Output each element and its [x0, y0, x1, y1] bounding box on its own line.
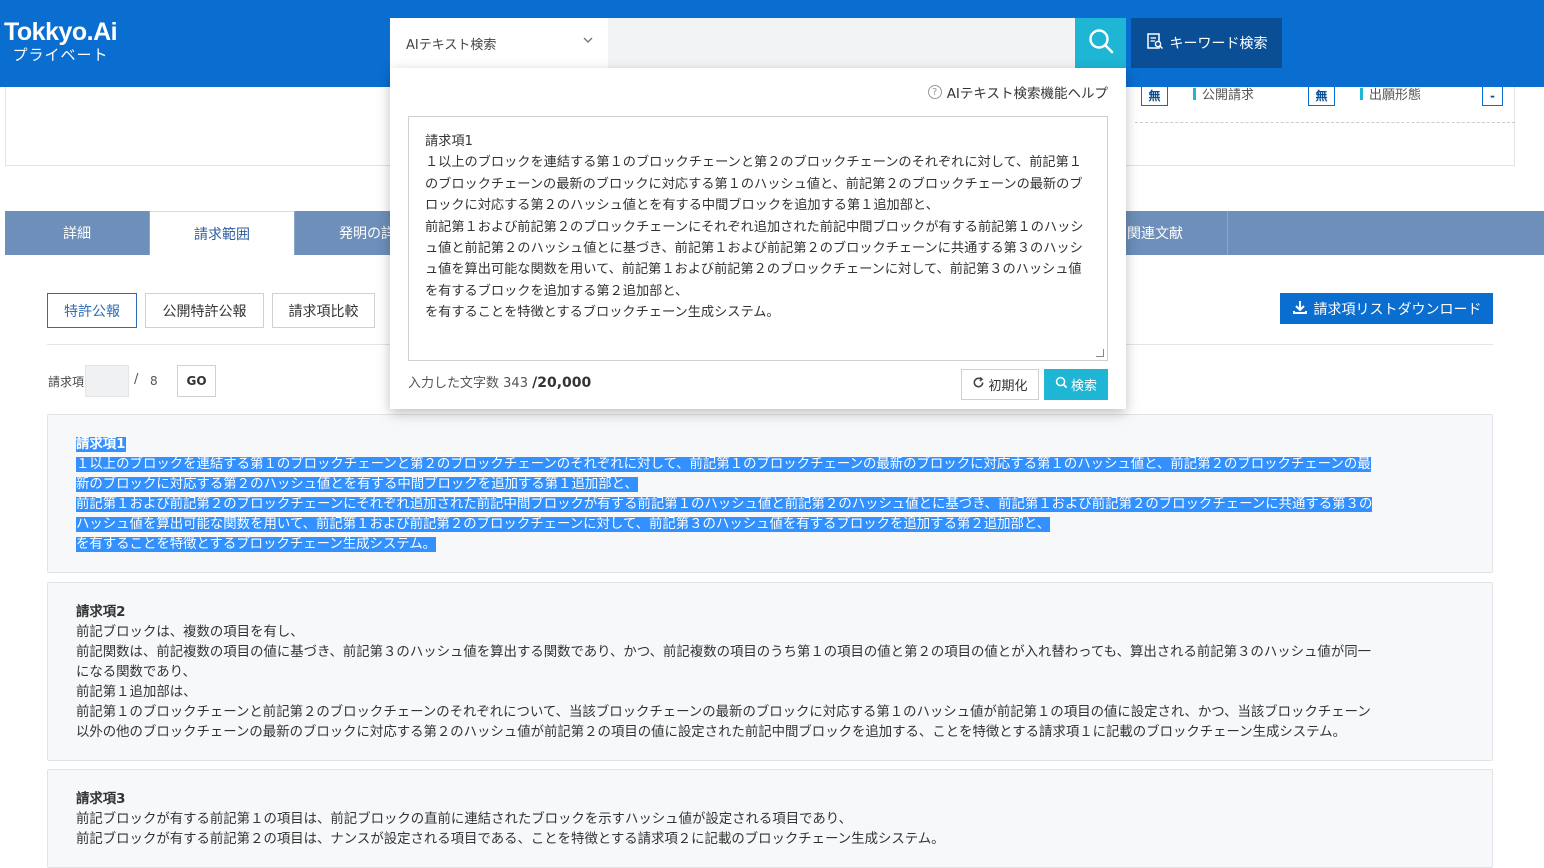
go-button[interactable]: GO — [177, 365, 216, 397]
divider — [1135, 122, 1515, 123]
claim-title: 請求項1 — [76, 437, 126, 452]
accent-bar — [1360, 87, 1363, 100]
flag-badge: 無 — [1141, 84, 1168, 106]
reset-button[interactable]: 初期化 — [961, 369, 1039, 400]
help-label: AIテキスト検索機能ヘルプ — [946, 86, 1108, 102]
logo[interactable]: Tokkyo.Ai プライベート — [4, 18, 118, 64]
char-count-value: 343 — [503, 376, 528, 391]
claim-nav-label: 請求項 — [48, 375, 85, 389]
info-label: 公開請求 — [1202, 88, 1255, 103]
download-label: 請求項リストダウンロード — [1313, 301, 1482, 318]
claim-line: １以上のブロックを連結する第１のブロックチェーンと第２のブロックチェーンのそれぞ… — [76, 457, 1371, 472]
search-mode-select[interactable]: AIテキスト検索 — [390, 18, 608, 68]
info-label: 出願形態 — [1369, 88, 1422, 103]
claim-line: 前記ブロックが有する前記第１の項目は、前記ブロックの直前に連結されたブロックを示… — [76, 812, 852, 827]
patent-gazette-button[interactable]: 特許公報 — [47, 293, 137, 328]
claim-line: 前記ブロックが有する前記第２の項目は、ナンスが設定される項目である、ことを特徴と… — [76, 832, 945, 847]
download-icon — [1292, 299, 1308, 319]
claim-line: 前記ブロックは、複数の項目を有し、 — [76, 625, 304, 640]
info-item-public-request: 公開請求 — [1193, 84, 1254, 103]
claim-line: 以外の他のブロックチェーンの最新のブロックに対応する第２のハッシュ値が前記第２の… — [76, 725, 1346, 740]
claim-box-2[interactable]: 請求項2 前記ブロックは、複数の項目を有し、 前記関数は、前記複数の項目の値に基… — [47, 582, 1493, 761]
claim-box-1[interactable]: 請求項1 １以上のブロックを連結する第１のブロックチェーンと第２のブロックチェー… — [47, 414, 1493, 573]
tab-claims[interactable]: 請求範囲 — [150, 211, 295, 255]
flag-badge: 無 — [1308, 84, 1335, 106]
search-bar: AIテキスト検索 — [390, 18, 1126, 68]
ai-search-dropdown: ? AIテキスト検索機能ヘルプ 請求項1 １以上のブロックを連結する第１のブロッ… — [390, 68, 1126, 409]
claim-title: 請求項2 — [76, 605, 126, 620]
claim-box-3[interactable]: 請求項3 前記ブロックが有する前記第１の項目は、前記ブロックの直前に連結されたブ… — [47, 769, 1493, 868]
tab-details[interactable]: 詳細 — [5, 211, 150, 255]
char-count-label: 入力した文字数 — [408, 376, 500, 391]
search-icon — [1055, 376, 1068, 393]
claim-line: 前記第１追加部は、 — [76, 685, 197, 700]
search-input[interactable] — [608, 18, 1075, 68]
claim-total: 8 — [150, 374, 158, 388]
help-link[interactable]: ? AIテキスト検索機能ヘルプ — [927, 82, 1108, 102]
char-count-max: /20,000 — [532, 375, 592, 391]
refresh-icon — [972, 376, 985, 393]
query-textarea[interactable]: 請求項1 １以上のブロックを連結する第１のブロックチェーンと第２のブロックチェー… — [408, 116, 1108, 361]
search-button[interactable] — [1075, 18, 1126, 68]
char-count: 入力した文字数 343 /20,000 — [408, 372, 591, 391]
keyword-search-label: キーワード検索 — [1169, 36, 1268, 52]
published-gazette-button[interactable]: 公開特許公報 — [145, 293, 264, 328]
submit-search-label: 検索 — [1070, 379, 1097, 394]
claim-nav-slash: / — [134, 372, 139, 387]
claim-line: 前記関数は、前記複数の項目の値に基づき、前記第３のハッシュ値を算出する関数であり… — [76, 645, 1371, 660]
accent-bar — [1193, 87, 1196, 100]
question-icon: ? — [927, 85, 942, 99]
reset-label: 初期化 — [988, 379, 1028, 394]
submit-search-button[interactable]: 検索 — [1044, 369, 1108, 400]
claim-compare-button[interactable]: 請求項比較 — [272, 293, 375, 328]
claim-line: 前記第１および前記第２のブロックチェーンにそれぞれ追加された前記中間ブロックが有… — [76, 497, 1373, 512]
claim-line: を有することを特徴とするブロックチェーン生成システム。 — [76, 537, 437, 552]
claim-line: になる関数であり、 — [76, 665, 196, 680]
search-mode-label: AIテキスト検索 — [406, 37, 497, 53]
claim-line: ハッシュ値を算出可能な関数を用いて、前記第１および前記第２のブロックチェーンに対… — [76, 517, 1051, 532]
logo-main: Tokkyo.Ai — [4, 18, 118, 46]
search-icon — [1087, 27, 1115, 59]
claim-title: 請求項3 — [76, 792, 126, 807]
info-item-filing-type: 出願形態 — [1360, 84, 1421, 103]
flag-badge: - — [1482, 86, 1503, 106]
chevron-down-icon — [582, 34, 594, 50]
claim-line: 前記第１のブロックチェーンと前記第２のブロックチェーンのそれぞれについて、当該ブ… — [76, 705, 1371, 720]
document-search-icon — [1146, 32, 1164, 54]
logo-sub: プライベート — [12, 46, 109, 64]
resize-handle[interactable] — [1096, 349, 1104, 357]
claim-number-input[interactable] — [85, 365, 129, 397]
claim-line: 新のブロックに対応する第２のハッシュ値とを有する中間ブロックを追加する第１追加部… — [76, 477, 638, 492]
keyword-search-button[interactable]: キーワード検索 — [1131, 18, 1282, 68]
claim-list-download-button[interactable]: 請求項リストダウンロード — [1280, 293, 1493, 324]
